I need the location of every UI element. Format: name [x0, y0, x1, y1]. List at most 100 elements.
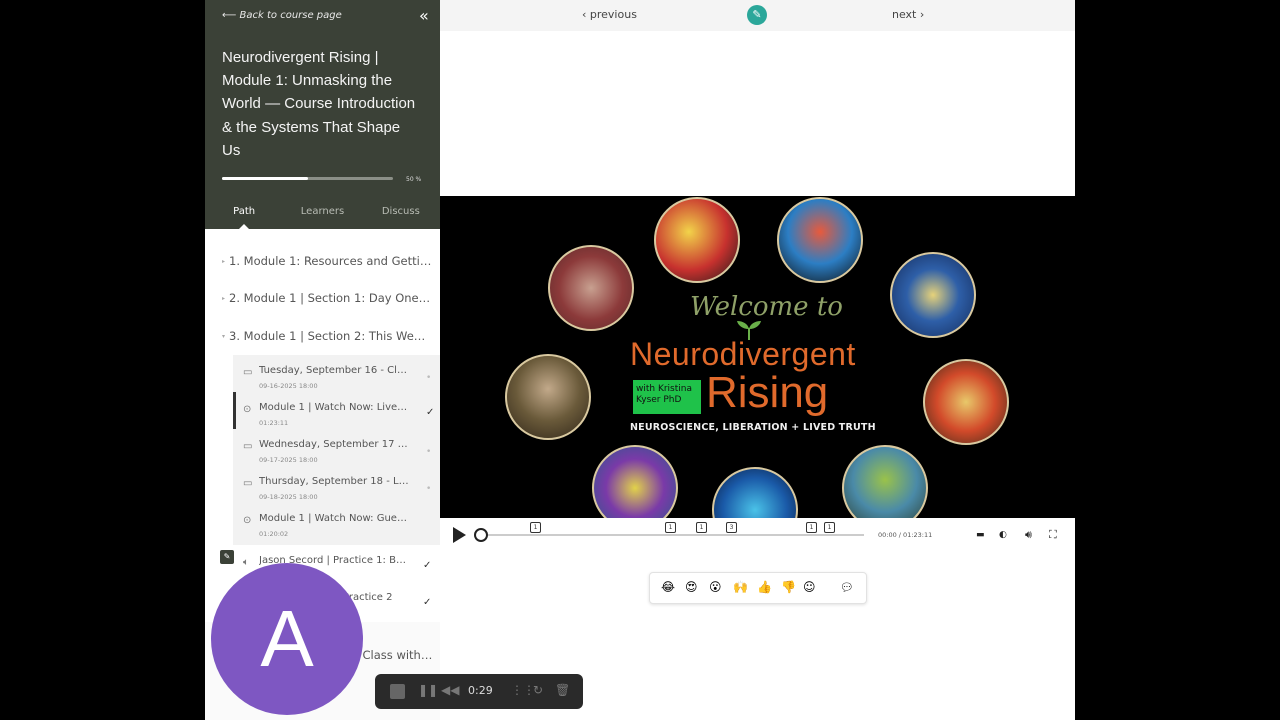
video-tagline: NEUROSCIENCE, LIBERATION + LIVED TRUTH: [630, 422, 876, 433]
comments-icon[interactable]: 💬︎: [840, 581, 854, 594]
comment-marker-icon[interactable]: 3: [726, 522, 737, 533]
pencil-icon[interactable]: ✎: [747, 5, 767, 25]
comment-marker-icon[interactable]: 1: [824, 522, 835, 533]
list-item-current[interactable]: ⊙ Module 1 | Watch Now: Live Class Recor…: [233, 392, 440, 429]
pause-icon[interactable]: ❚❚: [418, 683, 438, 697]
chevron-down-icon: ▾: [222, 333, 226, 340]
status-dot-icon: •: [426, 484, 432, 494]
lesson-meta: 09-16-2025 18:00: [259, 382, 318, 390]
module-item[interactable]: ▸2. Module 1 | Section 1: Day One Welcom…: [222, 291, 432, 305]
celebrate-reaction[interactable]: 🙌: [733, 580, 748, 594]
recording-timer: 0:29: [468, 684, 493, 697]
thumbs-down-reaction[interactable]: 👎: [781, 580, 796, 594]
presenter-badge: with Kristina Kyser PhD: [633, 380, 701, 414]
seek-bar[interactable]: [480, 534, 864, 536]
module-sublist: ▭ Tuesday, September 16 - Class with Kri…: [233, 355, 440, 545]
list-item[interactable]: ▭ Tuesday, September 16 - Class with Kri…: [233, 355, 440, 392]
check-icon: ✓: [426, 407, 435, 418]
trash-icon[interactable]: 🗑︎: [555, 683, 570, 697]
sidebar-tabs: Path Learners Discuss: [205, 206, 440, 229]
list-item[interactable]: ⊙ Module 1 | Watch Now: Guest Session 01…: [233, 503, 440, 540]
course-progress-text: 50 %: [406, 176, 422, 183]
restart-icon[interactable]: ↻: [533, 683, 543, 697]
reaction-bar: 😂 😍 😮 🙌 👍 👎 ☺ 💬︎: [649, 572, 867, 604]
arrow-left-icon: ⟵: [222, 10, 237, 21]
video-player[interactable]: Welcome to Neurodivergent with Kristina …: [440, 196, 1075, 518]
lesson-meta: 09-17-2025 18:00: [259, 456, 318, 464]
art-circle: [548, 245, 634, 331]
next-button[interactable]: next ›: [892, 8, 924, 21]
attachment-badge-icon: ✎: [220, 550, 234, 564]
thumbs-up-reaction[interactable]: 👍: [757, 580, 772, 594]
audio-icon: 🔈︎: [243, 557, 249, 568]
captions-icon[interactable]: ▬: [976, 530, 985, 540]
module-label: : Class with Kristina: [355, 648, 435, 662]
lesson-title: Tuesday, September 16 - Class with Krist…: [259, 365, 409, 376]
chevron-right-icon: ▸: [222, 295, 226, 302]
play-circle-icon: ⊙: [243, 404, 252, 415]
collapse-sidebar-icon[interactable]: «: [419, 6, 429, 25]
avatar: A: [211, 563, 363, 715]
module-item[interactable]: ▸1. Module 1: Resources and Getting Star…: [222, 254, 432, 268]
video-title-line2: Rising: [706, 368, 829, 417]
seek-handle[interactable]: [474, 528, 488, 542]
list-item[interactable]: ▭ Thursday, September 18 - Live Session …: [233, 466, 440, 503]
lesson-title: Practice 2: [343, 592, 393, 603]
comment-marker-icon[interactable]: 1: [530, 522, 541, 533]
art-circle: [654, 197, 740, 283]
lesson-title: Module 1 | Watch Now: Guest Session: [259, 513, 409, 524]
lesson-meta: 09-18-2025 18:00: [259, 493, 318, 501]
chevron-right-icon: ▸: [222, 258, 226, 265]
art-circle: [777, 197, 863, 283]
lesson-meta: 01:20:02: [259, 530, 289, 538]
rewind-icon[interactable]: ◀◀: [441, 683, 459, 697]
lesson-nav: ‹ previous ✎ next ›: [440, 0, 1075, 31]
play-icon[interactable]: [453, 527, 466, 543]
back-link-label: Back to course page: [239, 10, 342, 21]
course-progress-fill: [222, 177, 308, 180]
screen-recorder-toolbar: ❚❚ ◀◀ 0:29 ⋮⋮ ↻ 🗑︎: [375, 674, 583, 709]
check-icon: ✓: [423, 597, 432, 608]
comment-marker-icon[interactable]: 1: [665, 522, 676, 533]
status-dot-icon: •: [426, 447, 432, 457]
art-circle: [505, 354, 591, 440]
stop-recording-button[interactable]: [390, 684, 405, 699]
lesson-title: Wednesday, September 17 - Live Session: [259, 439, 409, 450]
toggle-icon[interactable]: ◐: [999, 530, 1007, 540]
tab-path[interactable]: Path: [205, 206, 283, 229]
previous-button[interactable]: ‹ previous: [582, 8, 637, 21]
tab-discuss[interactable]: Discuss: [362, 206, 440, 229]
wow-reaction[interactable]: 😮: [709, 580, 722, 594]
video-welcome-text: Welcome to: [690, 292, 843, 322]
tab-learners[interactable]: Learners: [283, 206, 361, 229]
check-icon: ✓: [423, 560, 432, 571]
module-label: 3. Module 1 | Section 2: This Week's Ses…: [229, 329, 432, 343]
art-circle: [890, 252, 976, 338]
comment-marker-icon[interactable]: 1: [806, 522, 817, 533]
art-circle: [592, 445, 678, 518]
art-circle: [923, 359, 1009, 445]
volume-icon[interactable]: 🔊︎: [1025, 528, 1032, 542]
module-label: 2. Module 1 | Section 1: Day One Welcome: [229, 291, 432, 305]
course-progress-bar: [222, 177, 393, 180]
video-icon: ▭: [243, 478, 253, 489]
laugh-reaction[interactable]: 😂: [661, 580, 675, 594]
list-item[interactable]: ▭ Wednesday, September 17 - Live Session…: [233, 429, 440, 466]
player-controls: 1 1 1 3 1 1 00:00 / 01:23:11 ▬ ◐ 🔊︎ ⛶: [440, 518, 1075, 552]
emoji-picker-icon[interactable]: ☺: [803, 580, 816, 594]
status-dot-icon: •: [426, 373, 432, 383]
sidebar-header: ⟵ Back to course page « Neurodivergent R…: [205, 0, 440, 229]
module-item[interactable]: ▾3. Module 1 | Section 2: This Week's Se…: [222, 329, 432, 343]
course-title: Neurodivergent Rising | Module 1: Unmask…: [222, 49, 416, 159]
back-to-course-link[interactable]: ⟵ Back to course page: [222, 10, 342, 21]
fullscreen-icon[interactable]: ⛶: [1049, 528, 1057, 542]
time-readout: 00:00 / 01:23:11: [878, 531, 933, 539]
module-label: 1. Module 1: Resources and Getting Start…: [229, 254, 432, 268]
lesson-meta: 01:23:11: [259, 419, 289, 427]
art-circle: [842, 445, 928, 518]
grid-icon[interactable]: ⋮⋮: [511, 683, 535, 697]
love-reaction[interactable]: 😍: [685, 580, 698, 594]
comment-marker-icon[interactable]: 1: [696, 522, 707, 533]
lesson-title: Module 1 | Watch Now: Live Class Recordi…: [259, 402, 409, 413]
art-circle: [712, 467, 798, 518]
